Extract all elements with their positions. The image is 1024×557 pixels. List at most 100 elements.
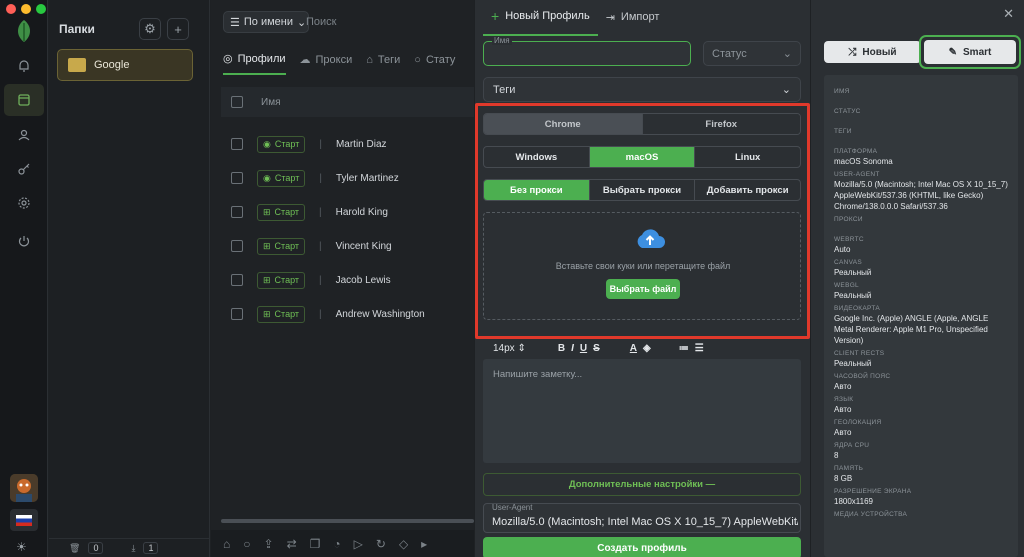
windows-icon: ⊞	[263, 274, 271, 285]
row-checkbox[interactable]	[231, 172, 243, 184]
status-select[interactable]: Статус ⌄	[703, 41, 801, 66]
start-button[interactable]: ◉ Старт	[257, 135, 306, 153]
transfer-icon[interactable]: ⇄	[287, 537, 297, 551]
highlight-color-icon[interactable]: ◈	[643, 343, 651, 354]
proxy-key-icon[interactable]	[8, 153, 40, 185]
table-row[interactable]: ⊞ Старт | Andrew Washington	[231, 304, 425, 324]
row-checkbox[interactable]	[231, 308, 243, 320]
table-row[interactable]: ⊞ Старт | Vincent King	[231, 236, 392, 256]
start-button[interactable]: ⊞ Старт	[257, 203, 306, 221]
info-label: ВИДЕОКАРТА	[834, 305, 881, 312]
note-editor[interactable]: Напишите заметку...	[483, 359, 801, 463]
row-checkbox[interactable]	[231, 206, 243, 218]
info-value: Авто	[834, 382, 852, 391]
info-value	[834, 116, 1008, 124]
table-row[interactable]: ◉ Старт | Martin Diaz	[231, 134, 387, 154]
tag-icon[interactable]: ⌂	[223, 537, 230, 551]
tab-tags[interactable]: ⌂ Теги	[366, 52, 400, 75]
cookie-icon[interactable]: ◔	[333, 537, 340, 551]
play-icon[interactable]: ▷	[354, 537, 363, 551]
trash-icon[interactable]: 🗑	[69, 543, 80, 554]
table-row[interactable]: ⊞ Старт | Harold King	[231, 202, 388, 222]
window-controls	[6, 4, 46, 14]
chevron-down-icon: ⌄	[781, 84, 791, 96]
ordered-list-icon[interactable]: ≔	[679, 343, 689, 354]
profile-name[interactable]: Jacob Lewis	[336, 275, 391, 286]
profile-name[interactable]: Harold King	[336, 207, 388, 218]
tab-new-profile[interactable]: + Новый Профиль	[483, 4, 598, 36]
user-agent-field[interactable]: User-Agent Mozilla/5.0 (Macintosh; Intel…	[483, 503, 801, 533]
font-size-select[interactable]: 14px ⇕	[493, 343, 526, 354]
row-divider: |	[319, 308, 322, 320]
table-row[interactable]: ◉ Старт | Tyler Martinez	[231, 168, 399, 188]
notifications-bell-icon[interactable]	[8, 50, 40, 82]
browser-profiles-nav-icon[interactable]	[4, 84, 44, 116]
copy-icon[interactable]: ❐	[310, 537, 321, 551]
close-icon[interactable]: ✕	[1003, 6, 1014, 22]
text-color-icon[interactable]: A	[630, 343, 637, 354]
profile-name[interactable]: Vincent King	[336, 241, 392, 252]
start-button[interactable]: ⊞ Старт	[257, 305, 306, 323]
left-rail: ☀	[0, 0, 48, 557]
row-checkbox[interactable]	[231, 240, 243, 252]
table-row[interactable]: ⊞ Старт | Jacob Lewis	[231, 270, 391, 290]
theme-sun-icon[interactable]: ☀	[16, 540, 27, 554]
minimize-window-button[interactable]	[21, 4, 31, 14]
maximize-window-button[interactable]	[36, 4, 46, 14]
start-button[interactable]: ⊞ Старт	[257, 271, 306, 289]
profile-name[interactable]: Martin Diaz	[336, 139, 387, 150]
sync-icon[interactable]: ↻	[376, 537, 386, 551]
tab-profiles[interactable]: ◎ Профили	[223, 52, 286, 75]
advanced-settings-button[interactable]: Дополнительные настройки —	[483, 473, 801, 496]
tab-status[interactable]: ○ Стату	[414, 52, 455, 75]
profile-name[interactable]: Tyler Martinez	[336, 173, 399, 184]
info-value: Реальный	[834, 291, 872, 300]
start-button[interactable]: ◉ Старт	[257, 169, 306, 187]
settings-gear-icon[interactable]	[8, 187, 40, 219]
horizontal-scrollbar[interactable]	[221, 519, 474, 523]
smart-button[interactable]: ✎ Smart	[919, 35, 1021, 69]
row-checkbox[interactable]	[231, 138, 243, 150]
power-icon[interactable]	[8, 225, 40, 257]
folder-item-google[interactable]: Google	[57, 49, 193, 81]
sort-dropdown[interactable]: ☰ По имени ⌄	[223, 11, 309, 33]
tags-select[interactable]: Теги ⌄	[483, 77, 801, 102]
strikethrough-icon[interactable]: S	[593, 343, 600, 354]
profile-name[interactable]: Andrew Washington	[336, 309, 425, 320]
status-icon[interactable]: ○	[243, 537, 250, 551]
underline-icon[interactable]: U	[580, 343, 587, 354]
cloud-icon: ☁	[299, 54, 311, 66]
user-avatar[interactable]	[10, 474, 38, 502]
trash-count: 0	[88, 542, 104, 554]
language-flag-ru-icon[interactable]	[10, 509, 38, 531]
start-button[interactable]: ⊞ Старт	[257, 237, 306, 255]
info-label: МЕДИА УСТРОЙСТВА	[834, 511, 908, 518]
info-label: ЯДРА CPU	[834, 442, 870, 449]
row-checkbox[interactable]	[231, 274, 243, 286]
name-field[interactable]: Имя	[483, 36, 691, 66]
select-all-checkbox[interactable]	[231, 96, 243, 108]
folders-footer: 🗑 0 ⤓ 1	[49, 538, 210, 557]
team-user-icon[interactable]	[8, 119, 40, 151]
tab-proxies[interactable]: ☁ Прокси	[300, 52, 353, 75]
close-window-button[interactable]	[6, 4, 16, 14]
export-icon[interactable]: ⇪	[264, 537, 274, 551]
folder-settings-gear-icon[interactable]: ⚙	[139, 18, 161, 40]
create-profile-button[interactable]: Создать профиль	[483, 537, 801, 557]
info-label: СТАТУС	[834, 108, 861, 115]
bullet-list-icon[interactable]: ☰	[695, 343, 704, 354]
bold-icon[interactable]: B	[558, 343, 565, 354]
italic-icon[interactable]: I	[571, 343, 574, 354]
diamond-icon[interactable]: ◇	[399, 537, 408, 551]
tag-icon: ⌂	[366, 53, 373, 66]
archive-icon[interactable]: ⤓	[131, 543, 135, 554]
font-size-value: 14px	[493, 342, 515, 354]
sort-icon: ☰	[230, 16, 240, 29]
add-folder-plus-icon[interactable]: +	[167, 18, 189, 40]
info-label: USER-AGENT	[834, 171, 880, 178]
search-input[interactable]: Поиск	[306, 16, 336, 28]
new-fingerprint-button[interactable]: ⤮ Новый	[824, 41, 921, 63]
info-label: CANVAS	[834, 259, 863, 266]
next-icon[interactable]: ▸	[421, 537, 427, 551]
tab-import[interactable]: ⇥ Импорт	[598, 4, 668, 36]
